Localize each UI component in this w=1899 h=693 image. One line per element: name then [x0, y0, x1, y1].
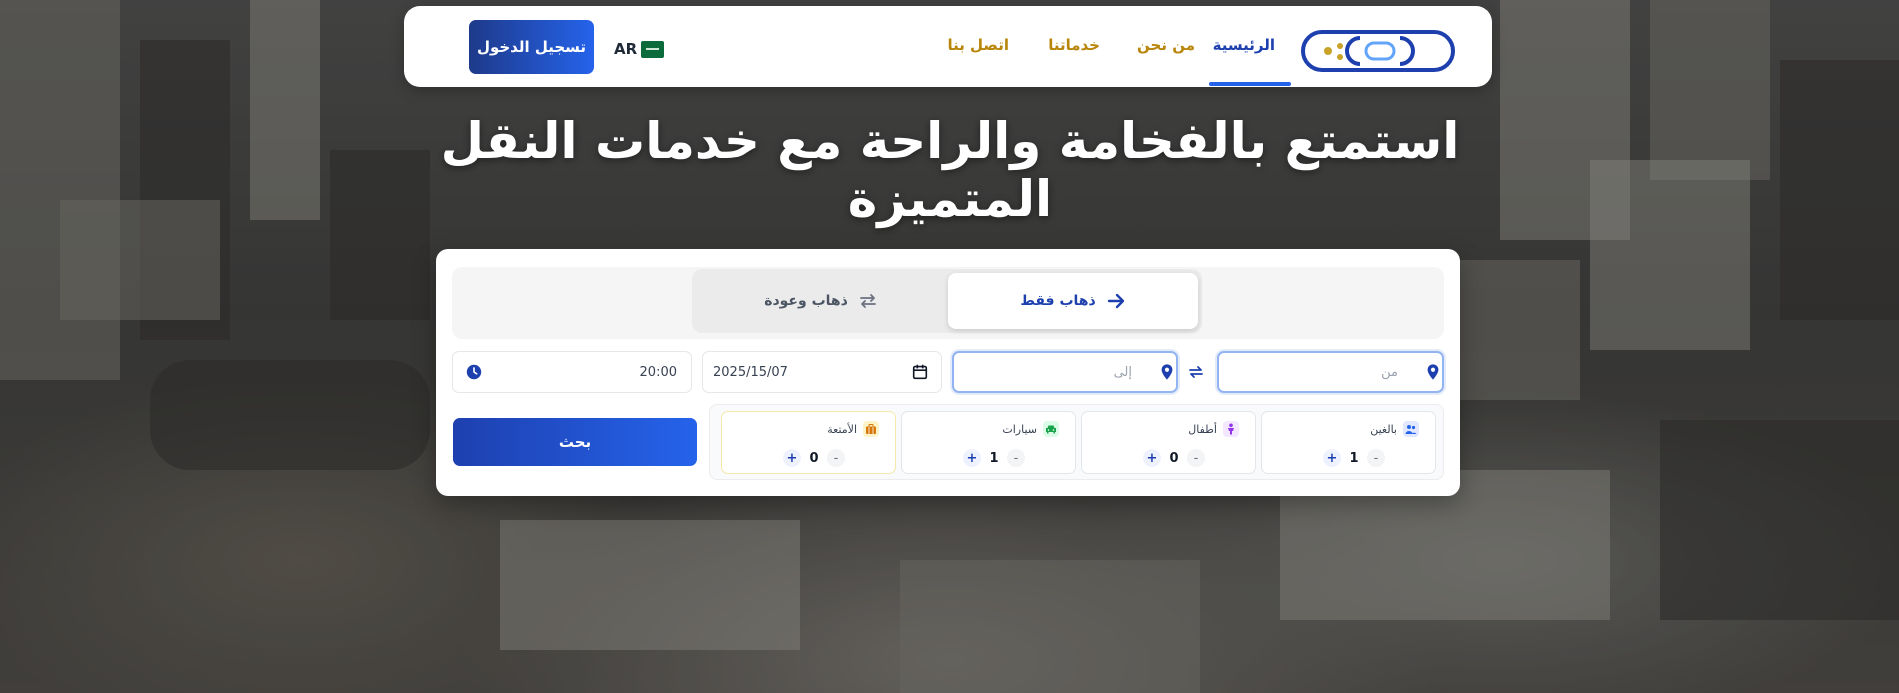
clock-icon — [466, 364, 482, 380]
suitcase-icon — [863, 421, 879, 437]
users-icon — [1403, 421, 1419, 437]
date-input[interactable] — [703, 352, 941, 392]
adults-decrement-button[interactable]: - — [1367, 449, 1385, 467]
adults-counter: بالغين - 1 + — [1261, 411, 1436, 474]
swap-locations-icon[interactable] — [1186, 362, 1206, 382]
time-input[interactable] — [453, 352, 691, 392]
tab-one-way[interactable]: ذهاب فقط — [948, 273, 1198, 329]
cars-counter: سيارات - 1 + — [901, 411, 1076, 474]
cars-decrement-button[interactable]: - — [1007, 449, 1025, 467]
nav-link-contact[interactable]: اتصل بنا — [947, 36, 1009, 54]
location-pin-icon — [1427, 364, 1439, 380]
cars-value: 1 — [989, 450, 999, 466]
search-card: ذهاب فقط ذهاب وعودة من إلى 2025/15/07 20… — [436, 249, 1460, 496]
cars-increment-button[interactable]: + — [963, 449, 981, 467]
nav-link-home[interactable]: الرئيسية — [1213, 36, 1275, 54]
from-field[interactable] — [1214, 351, 1444, 393]
adults-label: بالغين — [1370, 422, 1397, 436]
cars-label: سيارات — [1002, 422, 1037, 436]
children-value: 0 — [1169, 450, 1179, 466]
passenger-counters: بالغين - 1 + أطفال - 0 + سيارات - 1 + ال… — [709, 404, 1444, 480]
trip-type-tabs: ذهاب فقط ذهاب وعودة — [692, 269, 1202, 333]
nav-link-services[interactable]: خدماتنا — [1048, 36, 1100, 54]
luggage-increment-button[interactable]: + — [783, 449, 801, 467]
calendar-icon[interactable] — [911, 363, 929, 381]
luggage-counter: الأمتعة - 0 + — [721, 411, 896, 474]
child-icon — [1223, 421, 1239, 437]
adults-increment-button[interactable]: + — [1323, 449, 1341, 467]
to-input[interactable] — [948, 353, 1146, 391]
saudi-flag-icon — [641, 40, 665, 58]
children-label: أطفال — [1188, 422, 1217, 436]
navbar: الرئيسية من نحن خدماتنا اتصل بنا AR تسجي… — [404, 6, 1492, 87]
time-field[interactable] — [452, 351, 692, 393]
children-decrement-button[interactable]: - — [1187, 449, 1205, 467]
trip-type-area: ذهاب فقط ذهاب وعودة — [452, 267, 1444, 339]
arrow-right-icon — [1107, 293, 1124, 309]
date-field[interactable] — [702, 351, 942, 393]
hero-title: استمتع بالفخامة والراحة مع خدمات النقل ا… — [440, 112, 1460, 228]
luggage-decrement-button[interactable]: - — [827, 449, 845, 467]
company-logo[interactable] — [1300, 26, 1456, 76]
location-pin-icon — [1161, 364, 1173, 380]
children-increment-button[interactable]: + — [1143, 449, 1161, 467]
tab-round-trip[interactable]: ذهاب وعودة — [696, 273, 946, 329]
children-counter: أطفال - 0 + — [1081, 411, 1256, 474]
language-selector[interactable]: AR — [614, 40, 665, 58]
luggage-label: الأمتعة — [827, 422, 857, 436]
to-field[interactable] — [948, 351, 1178, 393]
language-code: AR — [614, 40, 638, 58]
car-icon — [1043, 421, 1059, 437]
from-input[interactable] — [1214, 353, 1412, 391]
tab-one-way-label: ذهاب فقط — [1020, 293, 1096, 309]
login-button[interactable]: تسجيل الدخول — [469, 20, 594, 74]
nav-link-about[interactable]: من نحن — [1137, 36, 1195, 54]
luggage-value: 0 — [809, 450, 819, 466]
search-button[interactable]: بحث — [453, 418, 697, 466]
active-nav-indicator — [1209, 82, 1291, 86]
adults-value: 1 — [1349, 450, 1359, 466]
tab-round-trip-label: ذهاب وعودة — [764, 293, 848, 309]
exchange-arrows-icon — [859, 294, 876, 308]
